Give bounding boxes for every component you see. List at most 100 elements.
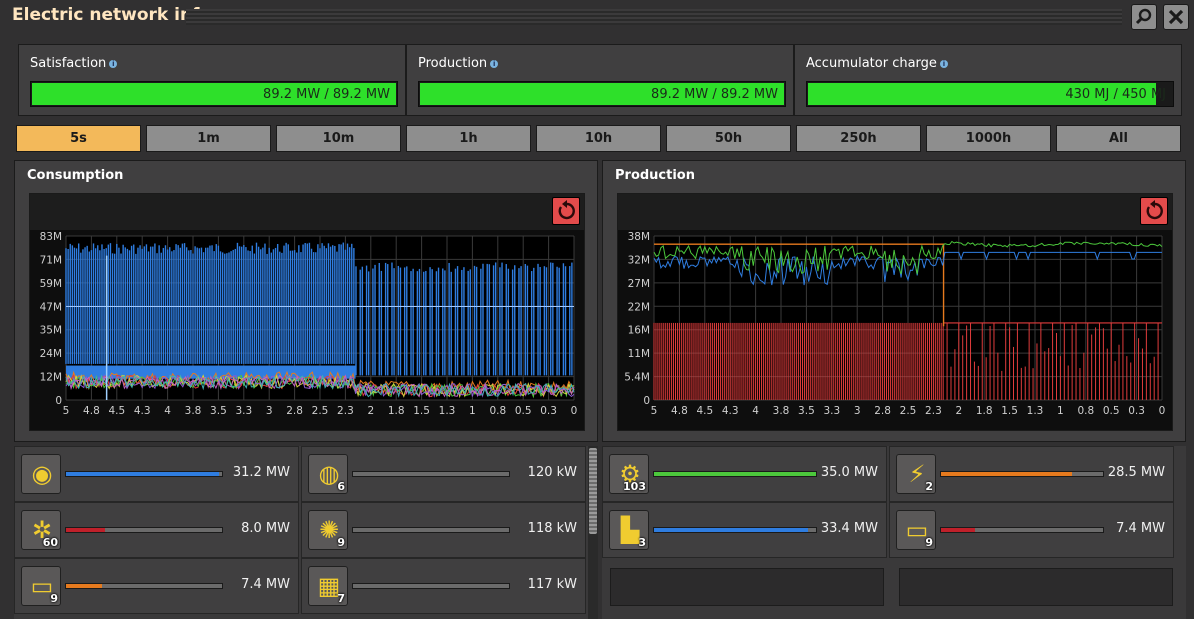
usage-bar <box>352 471 510 477</box>
y-tick-label: 38M <box>628 231 650 243</box>
close-button[interactable] <box>1163 4 1189 30</box>
list-item[interactable]: ◍ 6 120 kW <box>301 446 586 502</box>
list-item[interactable]: ⚡ 2 28.5 MW <box>889 446 1174 502</box>
x-tick-label: 2 <box>955 405 962 417</box>
production-chart[interactable]: 38M32M27M22M16M11M5.4M05 4.8 4.5 4.3 4 3.8 3.5… <box>618 230 1174 430</box>
power-value: 7.4 MW <box>1116 521 1165 536</box>
usage-bar <box>352 583 510 589</box>
item-count: 9 <box>337 536 345 549</box>
x-tick-label: 3.5 <box>210 405 227 417</box>
consumption-graph: 83M 71M 59M 47M 35M 24M 12M 0 5 4.8 4.5 4.3 4 3.8 3.5 3… <box>29 193 585 431</box>
x-tick-label: 4 <box>752 405 759 417</box>
tab-5s[interactable]: 5s <box>16 125 141 152</box>
list-item[interactable]: ▙ 3 33.4 MW <box>602 502 887 558</box>
accumulator-label: Accumulator charge <box>806 56 937 71</box>
list-item[interactable]: ◉ 31.2 MW <box>14 446 299 502</box>
production-bar: 89.2 MW / 89.2 MW <box>418 81 786 107</box>
y-tick-label: 0 <box>55 395 62 407</box>
item-count: 9 <box>925 536 933 549</box>
power-value: 7.4 MW <box>241 577 290 592</box>
x-tick-label: 3 <box>854 405 861 417</box>
x-tick-label: 2.5 <box>900 405 917 417</box>
x-tick-label: 0.5 <box>515 405 532 417</box>
tab-10h[interactable]: 10h <box>536 125 661 152</box>
power-value: 8.0 MW <box>241 521 290 536</box>
x-tick-label: 1.8 <box>388 405 405 417</box>
power-value: 33.4 MW <box>820 521 878 536</box>
list-item[interactable]: ▦ 7 117 kW <box>301 558 586 614</box>
tab-50h[interactable]: 50h <box>666 125 791 152</box>
x-tick-label: 3.8 <box>185 405 202 417</box>
scrollbar-thumb[interactable] <box>589 448 597 534</box>
x-tick-label: 2 <box>367 405 374 417</box>
production-value: 89.2 MW / 89.2 MW <box>651 87 778 102</box>
close-icon <box>1168 9 1184 25</box>
reset-button[interactable] <box>552 197 580 225</box>
search-button[interactable] <box>1131 4 1157 30</box>
y-tick-label: 59M <box>40 278 62 290</box>
usage-bar-fill <box>654 528 808 532</box>
producer-list[interactable]: ⚙ 103 35.0 MW ⚡ 2 28.5 MW ▙ 3 33.4 MW ▭ 9 7.4 MW <box>602 446 1186 619</box>
x-tick-label: 0 <box>571 405 578 417</box>
drag-handle[interactable] <box>186 9 1122 25</box>
x-tick-label: 4.8 <box>671 405 688 417</box>
search-icon <box>1135 8 1152 25</box>
power-value: 35.0 MW <box>820 465 878 480</box>
y-tick-label: 24M <box>40 348 62 360</box>
lamp-icon: ◍ 6 <box>308 454 348 494</box>
tab-10m[interactable]: 10m <box>276 125 401 152</box>
consumption-title: Consumption <box>27 168 124 183</box>
item-count: 9 <box>50 592 58 605</box>
list-item[interactable]: ▭ 9 7.4 MW <box>14 558 299 614</box>
x-tick-label: 0.3 <box>540 405 557 417</box>
empty-slot <box>610 568 884 606</box>
list-item[interactable]: ✺ 9 118 kW <box>301 502 586 558</box>
x-tick-label: 4.3 <box>134 405 151 417</box>
usage-bar <box>65 527 223 533</box>
reset-button[interactable] <box>1140 197 1168 225</box>
production-panel: Production i 89.2 MW / 89.2 MW <box>406 44 794 116</box>
power-value: 118 kW <box>527 521 577 536</box>
x-tick-label: 3.5 <box>798 405 815 417</box>
consumer-list[interactable]: ◉ 31.2 MW ◍ 6 120 kW ✲ 60 8.0 MW ✺ 9 118 kW ▭ 9 7.4 M… <box>14 446 588 619</box>
accumulator-icon: ▭ 9 <box>896 510 936 550</box>
x-tick-label: 2.8 <box>286 405 303 417</box>
info-icon[interactable]: i <box>109 60 118 68</box>
time-range-tabs: 5s 1m 10m 1h 10h 50h 250h 1000h All <box>16 125 1182 153</box>
consumption-chart[interactable]: 83M71M59M47M35M24M12M05 4.8 4.5 4.3 4 3.8 3.5 3… <box>30 230 586 430</box>
steam-engine-icon: ⚙ 103 <box>609 454 649 494</box>
y-tick-label: 22M <box>628 301 650 313</box>
tab-1000h[interactable]: 1000h <box>926 125 1051 152</box>
x-tick-label: 1 <box>469 405 476 417</box>
turbine-icon: ▙ 3 <box>609 510 649 550</box>
y-tick-label: 83M <box>40 231 62 243</box>
title-bar[interactable]: Electric network info <box>0 0 1194 32</box>
consumer-list-scrollbar[interactable] <box>588 446 598 619</box>
y-tick-label: 5.4M <box>624 372 650 384</box>
y-tick-label: 16M <box>628 325 650 337</box>
x-tick-label: 5 <box>63 405 70 417</box>
tab-1m[interactable]: 1m <box>146 125 271 152</box>
x-tick-label: 1.5 <box>413 405 430 417</box>
x-tick-label: 2.3 <box>337 405 354 417</box>
x-tick-label: 1.8 <box>976 405 993 417</box>
usage-bar-fill <box>941 528 976 532</box>
consumption-panel: Consumption 83M 71M 59M 47M 35M 24M 12M 0 5 4.8 4.… <box>14 160 598 442</box>
x-tick-label: 0.8 <box>489 405 506 417</box>
item-count: 6 <box>337 480 345 493</box>
list-item[interactable]: ⚙ 103 35.0 MW <box>602 446 887 502</box>
y-tick-label: 47M <box>40 301 62 313</box>
list-item[interactable]: ▭ 9 7.4 MW <box>889 502 1174 558</box>
tab-1h[interactable]: 1h <box>406 125 531 152</box>
x-tick-label: 4.3 <box>722 405 739 417</box>
item-count: 7 <box>337 592 345 605</box>
refresh-icon <box>558 200 575 220</box>
tab-all[interactable]: All <box>1056 125 1181 152</box>
tab-250h[interactable]: 250h <box>796 125 921 152</box>
accumulator-panel: Accumulator charge i 430 MJ / 450 MJ <box>794 44 1182 116</box>
inserter-icon: ✺ 9 <box>308 510 348 550</box>
list-item[interactable]: ✲ 60 8.0 MW <box>14 502 299 558</box>
info-icon[interactable]: i <box>490 60 499 68</box>
production-graph: 38M 32M 27M 22M 16M 11M 5.4M 0 5 4.8 4.5 4.3 4 3.8 3.5… <box>617 193 1173 431</box>
info-icon[interactable]: i <box>939 60 948 68</box>
